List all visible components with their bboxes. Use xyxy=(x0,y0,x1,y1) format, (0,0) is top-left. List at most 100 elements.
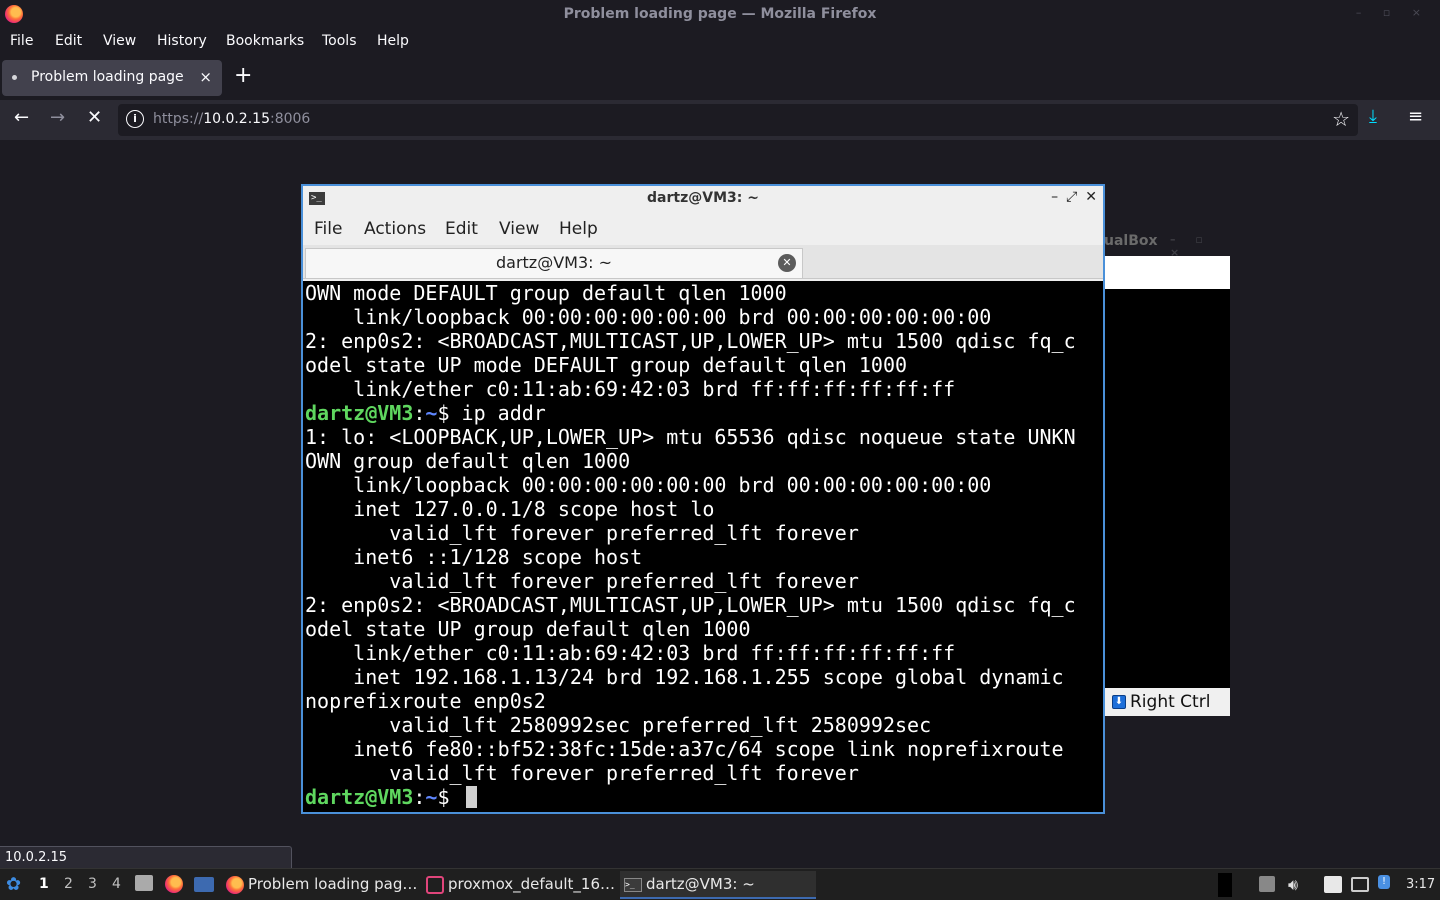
virtualbox-titlebar: ualBox – ▫ × xyxy=(1104,228,1230,259)
terminal-output-line: OWN group default qlen 1000 xyxy=(305,449,631,473)
url-bar[interactable]: i https://10.0.2.15:8006 ☆ xyxy=(118,104,1358,136)
info-icon[interactable]: i xyxy=(126,110,144,128)
minimize-icon[interactable]: – xyxy=(1051,189,1058,205)
prompt-path: ~ xyxy=(425,785,438,809)
download-icon[interactable]: ⤓ xyxy=(1369,106,1377,127)
menu-bookmarks[interactable]: Bookmarks xyxy=(226,33,304,49)
terminal-output-line: inet 192.168.1.13/24 brd 192.168.1.255 s… xyxy=(305,665,1064,689)
terminal-output[interactable]: OWN mode DEFAULT group default qlen 1000… xyxy=(303,281,1103,812)
desktop-4[interactable]: 4 xyxy=(112,876,121,892)
desktop-1[interactable]: 1 xyxy=(39,876,49,892)
tab-close-icon[interactable]: × xyxy=(199,68,212,86)
task-terminal[interactable]: >_ dartz@VM3: ~ xyxy=(620,871,816,899)
eject-icon[interactable] xyxy=(1259,876,1275,892)
prompt-sign: $ xyxy=(437,785,450,809)
terminal-output-line: inet6 fe80::bf52:38fc:15de:a37c/64 scope… xyxy=(305,737,1064,761)
network-icon[interactable] xyxy=(1351,877,1369,892)
desktop-3[interactable]: 3 xyxy=(88,876,97,892)
terminal-output-line: OWN mode DEFAULT group default qlen 1000 xyxy=(305,281,787,305)
firefox-icon xyxy=(226,876,244,894)
tab-loading-icon xyxy=(12,75,17,80)
start-menu-icon[interactable]: ✿ xyxy=(6,874,21,895)
terminal-tabbar: dartz@VM3: ~ ✕ xyxy=(303,245,1103,279)
task-virtualbox[interactable]: proxmox_default_16… xyxy=(422,871,618,899)
terminal-output-line: noprefixroute enp0s2 xyxy=(305,689,546,713)
host-key-label: Right Ctrl xyxy=(1130,692,1211,712)
menu-help[interactable]: Help xyxy=(377,33,409,49)
terminal-prompt-line: dartz@VM3:~$ xyxy=(305,785,1103,809)
tray-spacer xyxy=(1218,873,1232,897)
terminal-output-line: link/ether c0:11:ab:69:42:03 brd ff:ff:f… xyxy=(305,641,956,665)
terminal-tab-close-icon[interactable]: ✕ xyxy=(778,254,796,272)
volume-icon[interactable]: 🔊︎ xyxy=(1288,875,1298,895)
menu-view[interactable]: View xyxy=(103,33,136,49)
terminal-output-line: valid_lft forever preferred_lft forever xyxy=(305,569,859,593)
terminal-output-line: 2: enp0s2: <BROADCAST,MULTICAST,UP,LOWER… xyxy=(305,329,1076,353)
terminal-menubar: File Actions Edit View Help xyxy=(303,212,1103,245)
url-text[interactable]: https://10.0.2.15:8006 xyxy=(153,111,310,127)
terminal-window-title: dartz@VM3: ~ xyxy=(647,190,759,206)
tab-label: Problem loading page xyxy=(31,69,184,85)
clipboard-icon[interactable] xyxy=(1324,876,1342,893)
virtualbox-vm-screen[interactable] xyxy=(1104,289,1230,688)
tab-problem-loading[interactable]: Problem loading page × xyxy=(2,60,222,96)
terminal-menu-file[interactable]: File xyxy=(314,219,342,239)
virtualbox-title: ualBox xyxy=(1104,233,1158,249)
command-text: ip addr xyxy=(449,401,546,425)
task-label: proxmox_default_16… xyxy=(448,875,616,893)
desktop-2[interactable]: 2 xyxy=(64,876,73,892)
maximize-icon[interactable]: ⤢ xyxy=(1066,189,1077,205)
terminal-menu-actions[interactable]: Actions xyxy=(364,219,426,239)
new-tab-button[interactable]: + xyxy=(234,63,252,88)
window-controls[interactable]: – ▫ × xyxy=(1356,6,1430,19)
terminal-output-line: odel state UP mode DEFAULT group default… xyxy=(305,353,908,377)
terminal-output-line: valid_lft 2580992sec preferred_lft 25809… xyxy=(305,713,932,737)
virtualbox-window[interactable]: ualBox – ▫ × ⬇ Right Ctrl xyxy=(1104,228,1230,716)
terminal-prompt-line: dartz@VM3:~$ ip addr xyxy=(305,401,1103,425)
terminal-output-line: inet 127.0.0.1/8 scope host lo xyxy=(305,497,715,521)
firefox-titlebar: Problem loading page — Mozilla Firefox –… xyxy=(0,0,1440,28)
terminal-output-line: 1: lo: <LOOPBACK,UP,LOWER_UP> mtu 65536 … xyxy=(305,425,1076,449)
terminal-cursor xyxy=(465,786,477,808)
update-notification-icon[interactable]: ! xyxy=(1378,875,1390,889)
menu-history[interactable]: History xyxy=(157,33,207,49)
terminal-window[interactable]: >_ dartz@VM3: ~ – ⤢ ✕ File Actions Edit Vi… xyxy=(301,184,1105,814)
virtualbox-icon xyxy=(426,876,444,894)
terminal-menu-help[interactable]: Help xyxy=(559,219,598,239)
host-key-icon: ⬇ xyxy=(1112,695,1126,709)
terminal-output-line: valid_lft forever preferred_lft forever xyxy=(305,521,859,545)
prompt-sign: $ xyxy=(437,401,450,425)
status-url: 10.0.2.15 xyxy=(5,850,68,865)
hamburger-menu-icon[interactable]: ≡ xyxy=(1408,106,1423,127)
prompt-user: dartz@VM3 xyxy=(305,785,414,809)
firefox-launcher-icon[interactable] xyxy=(165,875,183,893)
virtualbox-statusbar: ⬇ Right Ctrl xyxy=(1104,688,1230,716)
terminal-window-controls: – ⤢ ✕ xyxy=(1043,189,1097,205)
close-icon[interactable]: ✕ xyxy=(1085,189,1097,205)
terminal-output-line: odel state UP group default qlen 1000 xyxy=(305,617,751,641)
terminal-icon: >_ xyxy=(624,878,642,892)
terminal-output-line: link/ether c0:11:ab:69:42:03 brd ff:ff:f… xyxy=(305,377,956,401)
terminal-menu-view[interactable]: View xyxy=(499,219,539,239)
menu-edit[interactable]: Edit xyxy=(55,33,82,49)
prompt-separator: : xyxy=(413,785,426,809)
terminal-tab[interactable]: dartz@VM3: ~ ✕ xyxy=(305,248,803,278)
terminal-launcher-icon[interactable] xyxy=(194,877,214,892)
taskbar: ✿ 1 2 3 4 Problem loading pag… proxmox_d… xyxy=(0,868,1440,900)
file-manager-icon[interactable] xyxy=(135,875,153,891)
menu-file[interactable]: File xyxy=(10,33,33,49)
task-firefox[interactable]: Problem loading pag… xyxy=(222,871,418,899)
command-text xyxy=(450,785,462,809)
stop-icon[interactable]: ✕ xyxy=(87,107,102,128)
terminal-output-line: valid_lft forever preferred_lft forever xyxy=(305,761,859,785)
back-arrow-icon[interactable]: ← xyxy=(14,107,29,128)
terminal-menu-edit[interactable]: Edit xyxy=(445,219,478,239)
forward-arrow-icon[interactable]: → xyxy=(50,107,65,128)
navigation-toolbar: ← → ✕ i https://10.0.2.15:8006 ☆ ⤓ ≡ xyxy=(0,100,1440,140)
menu-tools[interactable]: Tools xyxy=(322,33,357,49)
star-icon[interactable]: ☆ xyxy=(1332,107,1350,131)
terminal-output-line: link/loopback 00:00:00:00:00:00 brd 00:0… xyxy=(305,305,992,329)
link-status-tooltip: 10.0.2.15 xyxy=(0,846,292,868)
clock[interactable]: 3:17 xyxy=(1406,877,1435,892)
terminal-tab-label: dartz@VM3: ~ xyxy=(495,253,613,272)
